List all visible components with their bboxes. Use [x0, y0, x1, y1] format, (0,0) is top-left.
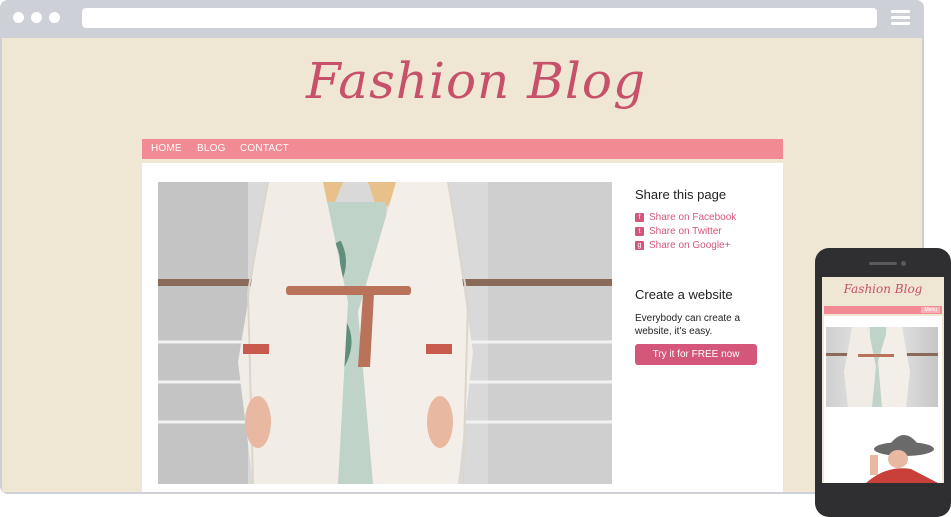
browser-window: Fashion Blog HOME BLOG CONTACT Share thi…	[0, 0, 924, 494]
twitter-icon[interactable]: t	[635, 227, 644, 236]
create-website-heading: Create a website	[635, 287, 733, 302]
share-twitter-link[interactable]: Share on Twitter	[649, 226, 722, 237]
mobile-content	[824, 316, 942, 483]
address-bar[interactable]	[82, 8, 877, 28]
share-google-plus-link[interactable]: Share on Google+	[649, 240, 730, 251]
google-plus-icon[interactable]: g	[635, 241, 644, 250]
window-control-dot[interactable]	[49, 12, 60, 23]
nav-home[interactable]: HOME	[151, 143, 182, 154]
content-area: Share this page f Share on Facebook t Sh…	[142, 163, 783, 492]
phone-camera	[901, 261, 906, 266]
facebook-icon[interactable]: f	[635, 213, 644, 222]
mobile-site-title: Fashion Blog	[843, 282, 923, 296]
share-heading: Share this page	[635, 187, 727, 202]
mobile-fashion-photo	[826, 327, 938, 407]
mobile-phone-mockup: Fashion Blog Menu	[815, 248, 951, 517]
try-for-free-button[interactable]: Try it for FREE now	[635, 344, 757, 365]
window-control-dot[interactable]	[31, 12, 42, 23]
window-control-dot[interactable]	[13, 12, 24, 23]
mobile-hat-photo	[826, 429, 938, 483]
mobile-screen: Fashion Blog Menu	[822, 277, 944, 483]
nav-blog[interactable]: BLOG	[197, 143, 226, 154]
fashion-photo	[158, 182, 612, 484]
share-facebook-link[interactable]: Share on Facebook	[649, 212, 736, 223]
create-website-text: Everybody can create a website, it's eas…	[635, 313, 741, 337]
main-navigation: HOME BLOG CONTACT	[142, 139, 783, 159]
browser-toolbar	[0, 0, 924, 36]
browser-viewport: Fashion Blog HOME BLOG CONTACT Share thi…	[2, 38, 922, 492]
nav-contact[interactable]: CONTACT	[240, 143, 289, 154]
site-title: Fashion Blog	[305, 52, 646, 110]
mobile-navigation: Menu	[824, 306, 942, 314]
mobile-menu-button[interactable]: Menu	[921, 307, 940, 313]
phone-speaker	[869, 262, 897, 265]
hamburger-menu-icon[interactable]	[891, 10, 910, 25]
